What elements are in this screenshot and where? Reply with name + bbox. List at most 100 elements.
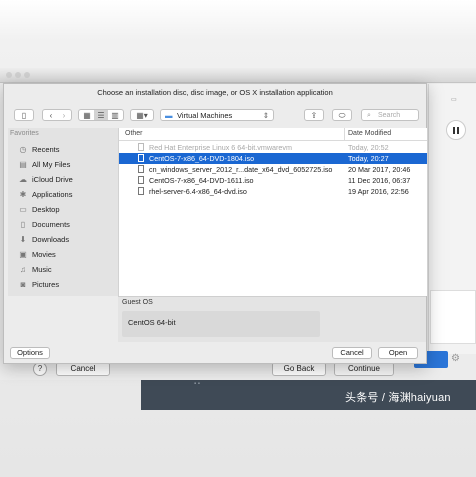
file-list-header: Other Date Modified xyxy=(119,128,427,141)
chevron-left-icon[interactable]: ‹ xyxy=(45,110,57,122)
download-icon: ⬇ xyxy=(19,235,27,244)
share-button[interactable]: ⇪ xyxy=(304,109,324,121)
gear-icon[interactable]: ⚙ xyxy=(451,353,460,364)
guest-os-panel: Guest OS CentOS 64-bit xyxy=(118,296,426,342)
document-icon: ▯ xyxy=(20,220,26,229)
background-titlebar xyxy=(0,68,476,83)
file-row[interactable]: CentOS-7-x86_64-DVD-1611.iso 11 Dec 2016… xyxy=(119,175,427,186)
sidebar-item-label: Recents xyxy=(32,145,60,154)
file-name: cn_windows_server_2012_r...date_x64_dvd_… xyxy=(149,165,333,174)
sidebar-item-label: iCloud Drive xyxy=(32,175,73,184)
sidebar-item-label: Applications xyxy=(32,190,73,199)
updown-chevron-icon: ⇕ xyxy=(262,111,269,120)
file-icon xyxy=(138,165,144,173)
sidebar-heading: Favorites xyxy=(10,130,39,137)
sidebar: Favorites ◷ Recents ▤ All My Files ☁ iCloud… xyxy=(8,128,118,296)
file-name: CentOS-7-x86_64-DVD-1804.iso xyxy=(149,154,255,163)
film-icon: ▣ xyxy=(19,250,27,259)
sidebar-item-documents[interactable]: ▯ Documents xyxy=(18,218,70,232)
close-window-icon[interactable] xyxy=(6,72,12,78)
files-icon: ▤ xyxy=(19,160,27,169)
file-icon xyxy=(138,187,144,195)
location-label: Virtual Machines xyxy=(177,111,233,120)
zoom-window-icon[interactable] xyxy=(24,72,30,78)
search-icon: ⌕ xyxy=(367,112,371,119)
tag-icon: ⬭ xyxy=(338,111,346,120)
open-file-dialog: Choose an installation disc, disc image,… xyxy=(3,83,427,364)
pause-icon[interactable] xyxy=(446,120,466,140)
sidebar-item-label: Desktop xyxy=(32,205,60,214)
guest-os-label: Guest OS xyxy=(122,299,153,306)
applications-icon: ✱ xyxy=(19,190,27,199)
sidebar-item-label: Pictures xyxy=(32,280,60,289)
file-icon xyxy=(138,143,144,151)
sidebar-item-label: Movies xyxy=(32,250,56,259)
arrange-button[interactable]: ▦▾ xyxy=(130,109,154,121)
file-list: Other Date Modified Red Hat Enterprise L… xyxy=(118,128,427,296)
location-select[interactable]: ▬ Virtual Machines ⇕ xyxy=(160,109,274,121)
background-panel-box xyxy=(430,290,476,344)
sidebar-toggle-button[interactable]: ▯ xyxy=(14,109,34,121)
file-icon xyxy=(138,176,144,184)
chevron-right-icon[interactable]: › xyxy=(58,110,70,122)
sidebar-item-icloud-drive[interactable]: ☁ iCloud Drive xyxy=(18,173,73,187)
file-row[interactable]: cn_windows_server_2012_r...date_x64_dvd_… xyxy=(119,164,427,175)
sidebar-item-downloads[interactable]: ⬇ Downloads xyxy=(18,233,69,247)
sidebar-item-pictures[interactable]: ◙ Pictures xyxy=(18,278,60,292)
file-name: Red Hat Enterprise Linux 6 64-bit.vmware… xyxy=(149,143,293,152)
open-button[interactable]: Open xyxy=(378,347,418,359)
sidebar-item-applications[interactable]: ✱ Applications xyxy=(18,188,73,202)
column-header-name[interactable]: Other xyxy=(125,130,143,137)
sidebar-item-label: Downloads xyxy=(32,235,70,244)
clock-icon: ◷ xyxy=(19,145,27,154)
background-dark-mark: ▪ ▪ xyxy=(194,381,200,387)
file-row-selected[interactable]: CentOS-7-x86_64-DVD-1804.iso Today, 20:2… xyxy=(119,153,427,164)
back-forward-control[interactable]: ‹ › xyxy=(42,109,72,121)
music-icon: ♫ xyxy=(20,265,26,274)
desktop-icon: ▭ xyxy=(19,205,27,214)
sidebar-item-music[interactable]: ♫ Music xyxy=(18,263,52,277)
column-divider[interactable] xyxy=(344,128,345,140)
sidebar-item-label: All My Files xyxy=(32,160,71,169)
background-panel-label: ▭ xyxy=(451,97,457,103)
background-cancel-button[interactable]: Cancel xyxy=(56,362,110,376)
cancel-button[interactable]: Cancel xyxy=(332,347,372,359)
list-view-icon[interactable]: ☰ xyxy=(94,110,108,120)
arrange-icon: ▦▾ xyxy=(136,111,148,120)
sidebar-item-desktop[interactable]: ▭ Desktop xyxy=(18,203,60,217)
sidebar-item-recents[interactable]: ◷ Recents xyxy=(18,143,60,157)
cloud-icon: ☁ xyxy=(19,175,27,184)
file-date: 19 Apr 2016, 22:56 xyxy=(348,187,409,196)
minimize-window-icon[interactable] xyxy=(15,72,21,78)
file-name: CentOS-7-x86_64-DVD-1611.iso xyxy=(149,176,254,185)
dialog-title: Choose an installation disc, disc image,… xyxy=(97,88,333,97)
guest-os-value: CentOS 64-bit xyxy=(128,318,176,327)
search-placeholder: Search xyxy=(378,112,401,119)
watermark-text: 头条号 / 海渊haiyuan xyxy=(345,392,451,404)
file-icon xyxy=(138,154,144,162)
sidebar-item-label: Documents xyxy=(32,220,70,229)
share-icon: ⇪ xyxy=(310,111,318,120)
column-view-icon[interactable]: ▥ xyxy=(108,110,122,122)
sidebar-item-movies[interactable]: ▣ Movies xyxy=(18,248,56,262)
sidebar-toggle-icon: ▯ xyxy=(21,111,27,120)
folder-icon: ▬ xyxy=(165,111,173,120)
file-row: Red Hat Enterprise Linux 6 64-bit.vmware… xyxy=(119,142,427,153)
view-mode-control[interactable]: ▦ ☰ ▥ xyxy=(78,109,124,121)
file-date: Today, 20:27 xyxy=(348,154,389,163)
search-input[interactable]: ⌕ Search xyxy=(361,109,419,121)
tag-button[interactable]: ⬭ xyxy=(332,109,352,121)
options-button[interactable]: Options xyxy=(10,347,50,359)
icon-view-icon[interactable]: ▦ xyxy=(80,110,94,122)
continue-button[interactable]: Continue xyxy=(334,362,394,376)
file-date: 20 Mar 2017, 20:46 xyxy=(348,165,411,174)
file-date: 11 Dec 2016, 06:37 xyxy=(348,176,411,185)
help-button[interactable]: ? xyxy=(33,362,47,376)
file-row[interactable]: rhel-server-6.4-x86_64-dvd.iso 19 Apr 20… xyxy=(119,186,427,197)
guest-os-box: CentOS 64-bit xyxy=(122,311,320,337)
sidebar-item-label: Music xyxy=(32,265,52,274)
column-header-date[interactable]: Date Modified xyxy=(348,130,391,137)
sidebar-item-all-my-files[interactable]: ▤ All My Files xyxy=(18,158,70,172)
file-name: rhel-server-6.4-x86_64-dvd.iso xyxy=(149,187,247,196)
go-back-button[interactable]: Go Back xyxy=(272,362,326,376)
